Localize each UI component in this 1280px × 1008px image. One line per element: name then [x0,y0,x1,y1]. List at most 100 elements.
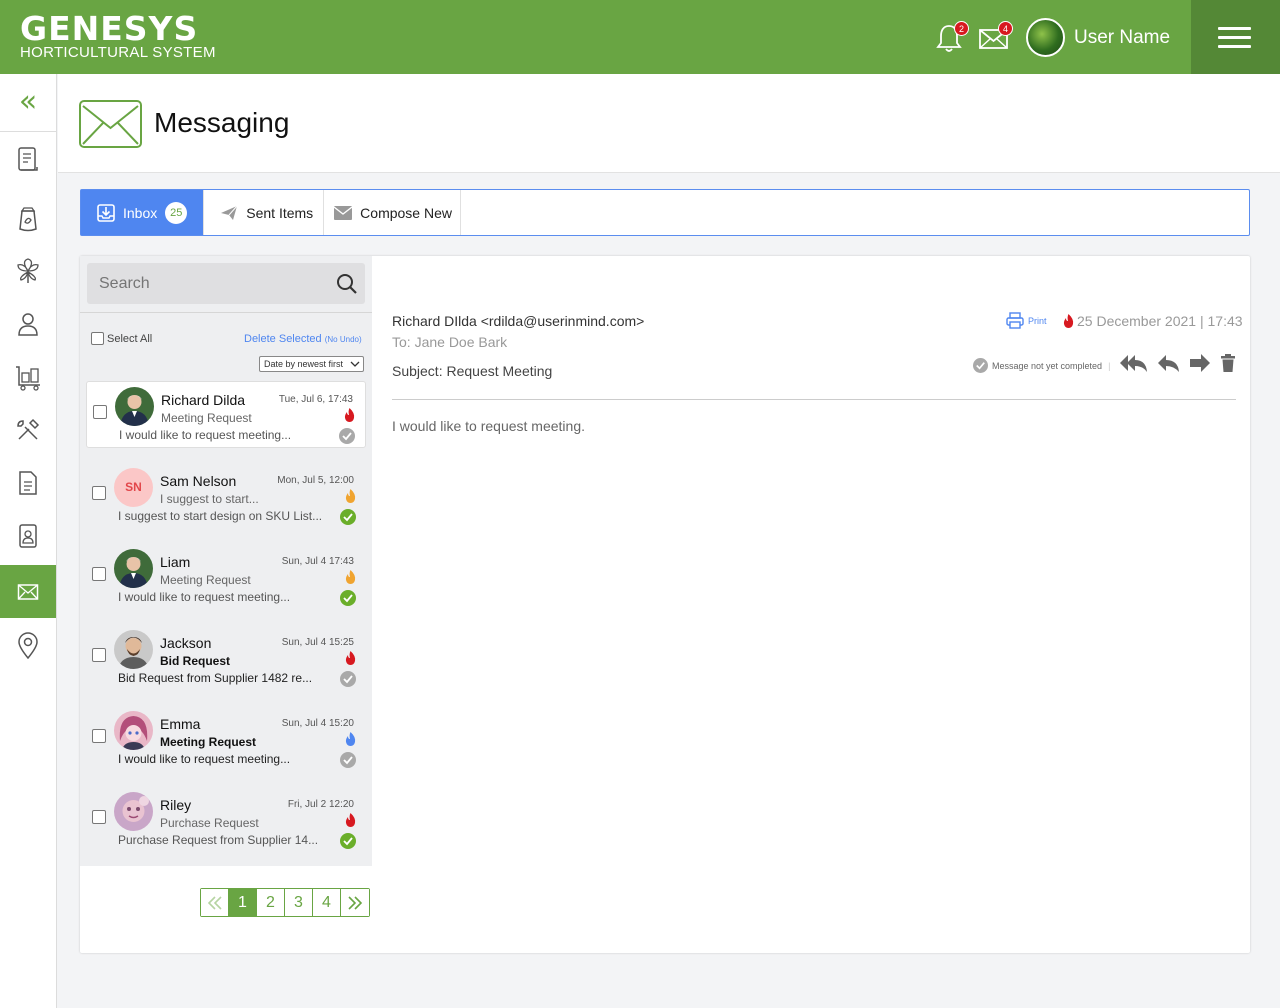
priority-high-flame-icon [344,408,355,422]
select-all[interactable]: Select All [91,332,152,345]
completion-status[interactable]: Message not yet completed | [973,358,1110,373]
message-date-full: 25 December 2021 [1077,313,1197,329]
priority-high-flame-icon [345,651,356,665]
message-list: Select All Delete Selected (No Undo) Dat… [80,256,372,866]
page-3-button[interactable]: 3 [285,889,313,916]
chevron-down-icon [350,361,360,367]
message-item[interactable]: Liam Sun, Jul 4 17:43 Meeting Request I … [86,544,366,611]
menu-line [1218,27,1251,30]
first-page-button[interactable] [201,889,229,916]
message-datetime: 25 December 2021 | 17:43 [1077,313,1243,329]
sidebar-item-documents[interactable] [0,133,56,186]
message-preview: I would like to request meeting... [118,590,291,604]
message-item[interactable]: Richard Dilda Tue, Jul 6, 17:43 Meeting … [86,381,366,448]
reply-icon[interactable] [1156,353,1180,373]
sidebar-item-messaging[interactable] [0,565,56,618]
message-subject: Meeting Request [161,411,252,425]
message-checkbox[interactable] [92,567,106,581]
status-pending-check-icon[interactable] [340,671,356,687]
message-item[interactable]: Emma Sun, Jul 4 15:20 Meeting Request I … [86,706,366,773]
page-4-button[interactable]: 4 [313,889,341,916]
sidebar-item-customers[interactable] [0,297,56,350]
divider [80,312,372,313]
status-pending-check-icon[interactable] [339,428,355,444]
sort-select[interactable]: Date by newest first [259,356,364,372]
message-body: I would like to request meeting. [392,418,585,434]
sort-value: Date by newest first [264,359,344,369]
status-pending-check-icon[interactable] [340,752,356,768]
message-sender: Emma [160,716,201,732]
status-completed-check-icon[interactable] [340,833,356,849]
messaging-panel: Select All Delete Selected (No Undo) Dat… [80,256,1250,953]
messages-button[interactable]: 4 [978,21,1013,54]
status-completed-check-icon[interactable] [340,509,356,525]
message-subject: Bid Request [160,654,231,668]
message-item[interactable]: Jackson Sun, Jul 4 15:25 Bid Request Bid… [86,625,366,692]
priority-high-flame-icon [345,813,356,827]
forward-icon[interactable] [1188,353,1212,373]
tab-sent-items[interactable]: Sent Items [204,190,325,235]
sidebar-item-tools[interactable] [0,403,56,456]
sidebar-item-contacts[interactable] [0,509,56,562]
logo[interactable]: GENESYS HORTICULTURAL SYSTEM [20,9,216,61]
message-checkbox[interactable] [92,648,106,662]
customer-icon [18,312,38,336]
menu-line [1218,36,1251,39]
message-preview: I suggest to start design on SKU List... [118,509,323,523]
message-checkbox[interactable] [93,405,107,419]
collapse-sidebar-button[interactable]: « [0,74,56,132]
messaging-envelope-icon [79,100,142,148]
page-1-button[interactable]: 1 [229,889,257,916]
status-completed-check-icon[interactable] [340,590,356,606]
message-sender: Riley [160,797,192,813]
sidebar-item-plants[interactable] [0,244,56,297]
sidebar-item-warehouse[interactable] [0,350,56,403]
reply-all-icon[interactable] [1118,353,1148,373]
trash-icon[interactable] [1220,353,1236,373]
delete-selected-label: Delete Selected [244,333,322,345]
search-icon[interactable] [336,273,358,295]
message-checkbox[interactable] [92,486,106,500]
message-subject: Meeting Request [160,735,257,749]
message-item[interactable]: Riley Fri, Jul 2 12:20 Purchase Request … [86,787,366,854]
message-preview: Purchase Request from Supplier 14... [118,833,319,847]
message-date: Fri, Jul 2 12:20 [287,799,354,810]
notifications-button[interactable]: 2 [934,21,969,54]
message-from: Richard DIlda <rdilda@userinmind.com> [392,313,645,329]
tab-inbox[interactable]: Inbox 25 [81,190,205,235]
message-checkbox[interactable] [92,729,106,743]
last-page-button[interactable] [341,889,369,916]
tab-sent-items-label: Sent Items [246,204,314,221]
message-preview: I would like to request meeting... [118,752,291,766]
document-list-icon [18,146,38,171]
print-button[interactable]: Print [1006,312,1074,329]
user-avatar[interactable] [1026,18,1065,57]
message-date: Sun, Jul 4 17:43 [281,556,354,567]
menu-line [1218,45,1251,48]
delete-selected-link[interactable]: Delete Selected (No Undo) [244,333,362,345]
tab-compose-new[interactable]: Compose New [324,190,461,235]
username[interactable]: User Name [1074,27,1170,49]
seed-bag-icon [19,206,37,231]
select-all-checkbox[interactable] [91,332,104,345]
messages-badge: 4 [998,21,1013,36]
warehouse-cart-icon [16,365,40,391]
avatar [114,711,153,750]
avatar [114,549,153,588]
page-header: Messaging [58,74,1280,173]
page-2-button[interactable]: 2 [257,889,285,916]
divider [392,399,1236,400]
message-item[interactable]: SN Sam Nelson Mon, Jul 5, 12:00 I sugges… [86,463,366,530]
sidebar-item-files[interactable] [0,456,56,509]
avatar [115,387,154,426]
hamburger-menu-button[interactable] [1191,0,1280,74]
search-box [87,263,365,304]
logo-title: GENESYS [20,9,199,48]
priority-medium-flame-icon [345,489,356,503]
messaging-tabs: Inbox 25 Sent Items Compose New [80,189,1250,236]
sidebar-item-seeds[interactable] [0,192,56,245]
search-input[interactable] [87,263,327,304]
logo-subtitle: HORTICULTURAL SYSTEM [20,44,216,61]
message-checkbox[interactable] [92,810,106,824]
sidebar-item-locations[interactable] [0,619,56,672]
